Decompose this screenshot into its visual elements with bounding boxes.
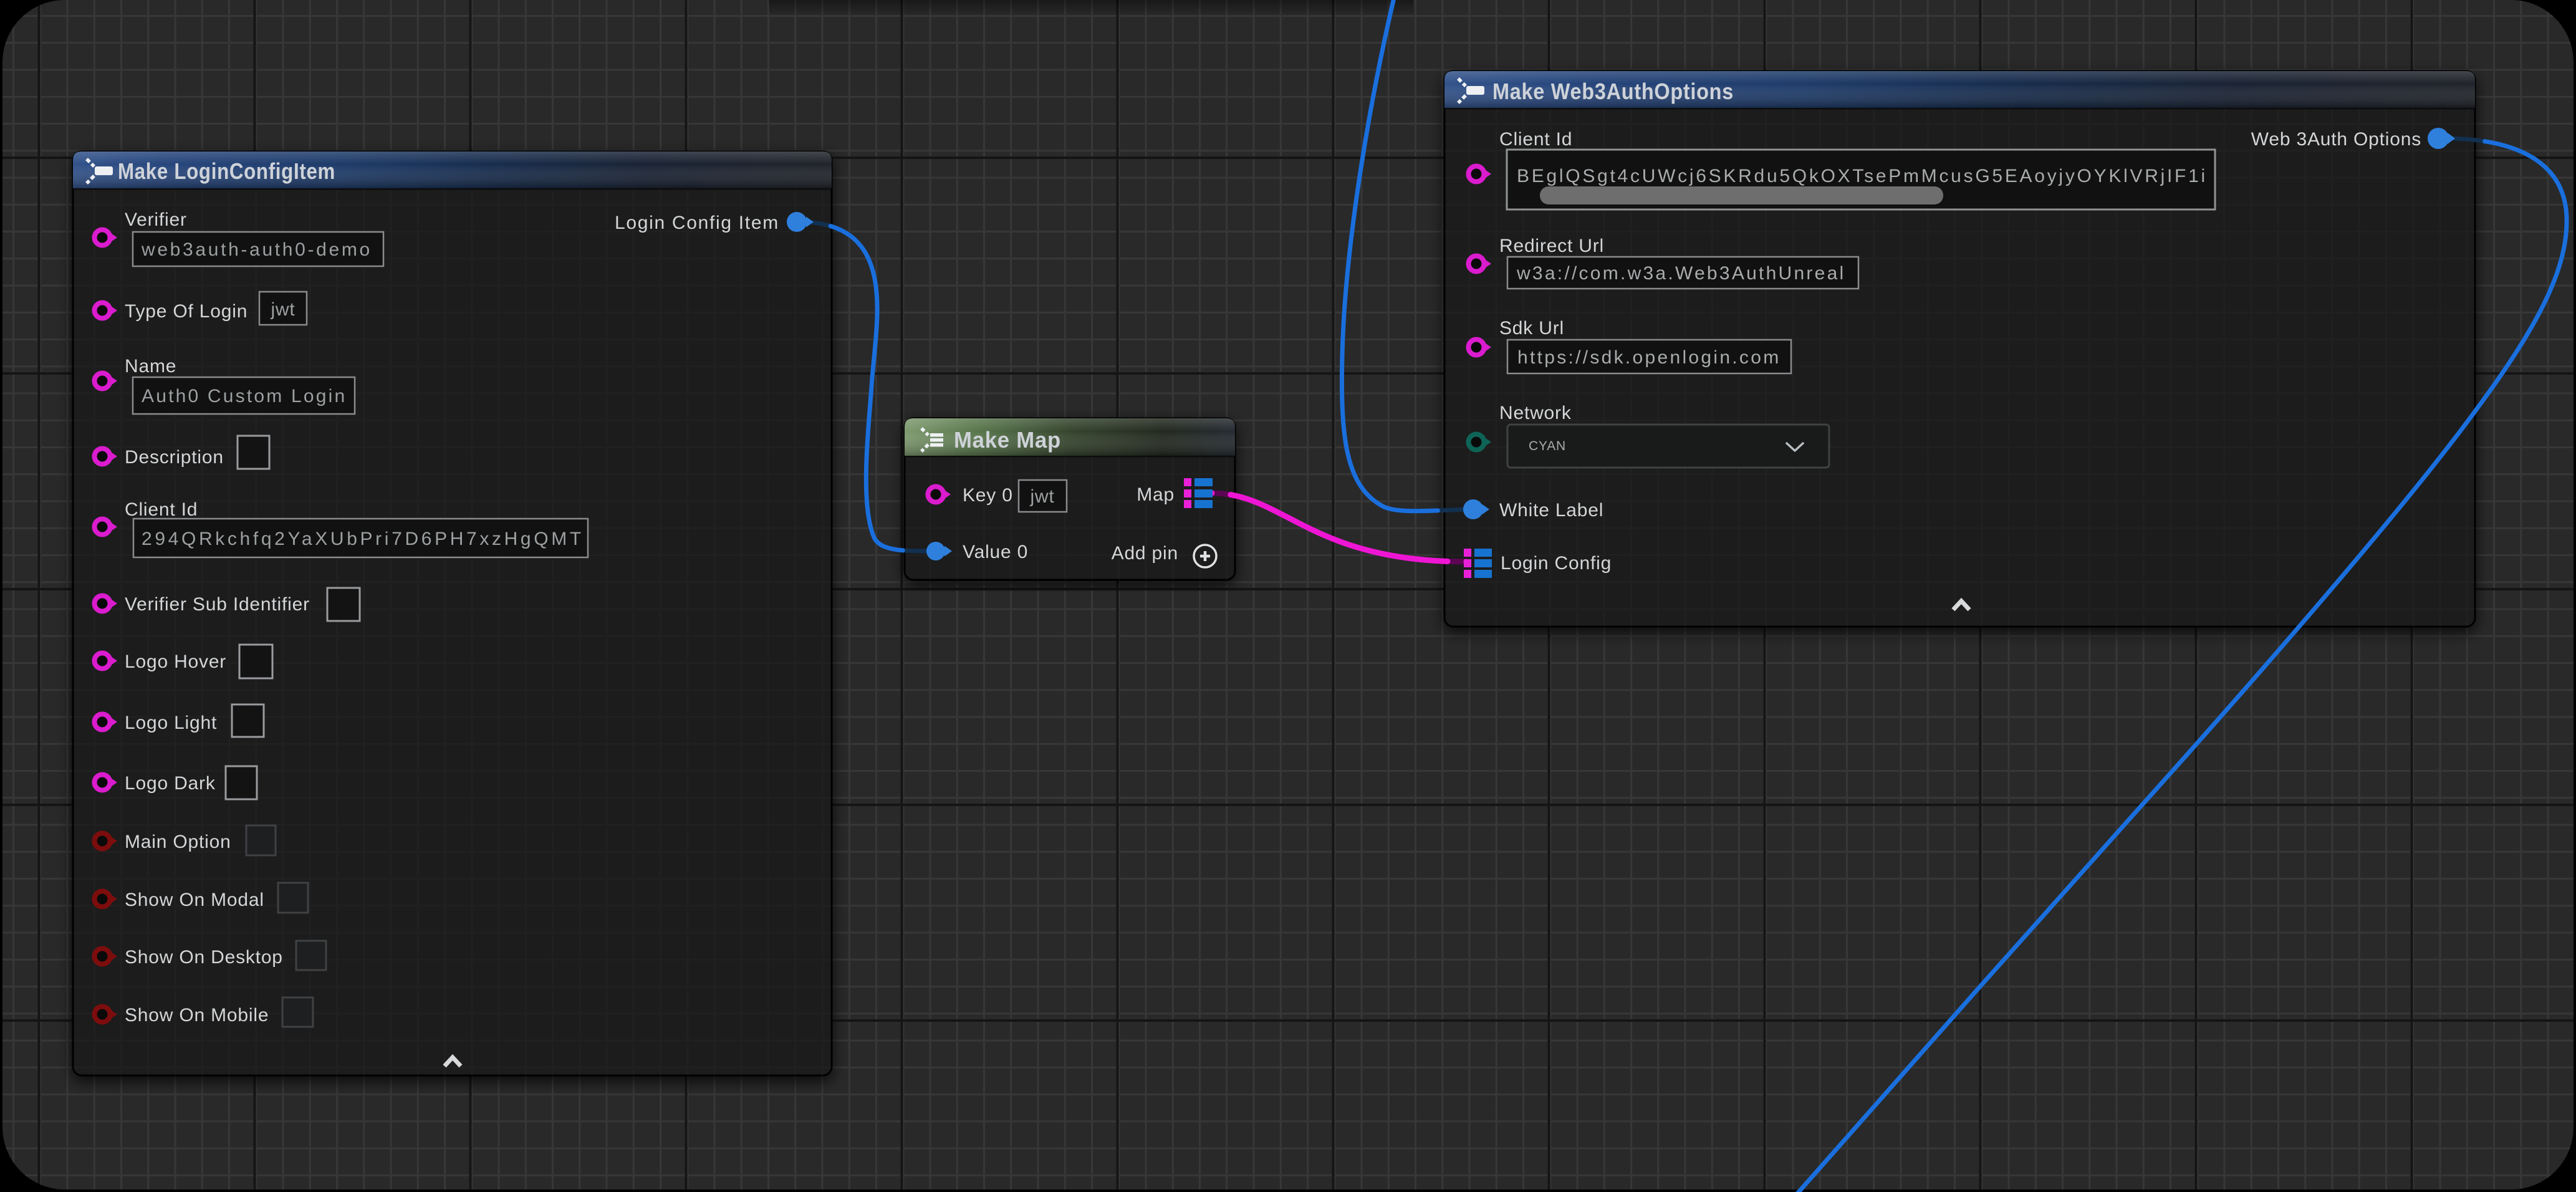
svg-text:Show On Mobile: Show On Mobile	[125, 1005, 269, 1026]
svg-text:Web 3Auth Options: Web 3Auth Options	[2251, 129, 2421, 150]
svg-text:Value 0: Value 0	[963, 542, 1028, 562]
svg-text:Login Config Item: Login Config Item	[615, 213, 779, 233]
svg-text:Logo Dark: Logo Dark	[125, 773, 216, 794]
svg-text:Name: Name	[125, 356, 176, 377]
svg-text:Description: Description	[125, 447, 224, 468]
svg-text:w3a://com.w3a.Web3AuthUnreal: w3a://com.w3a.Web3AuthUnreal	[1516, 263, 1844, 284]
svg-text:Type Of Login: Type Of Login	[125, 301, 248, 322]
svg-text:Redirect Url: Redirect Url	[1499, 236, 1604, 256]
svg-text:Logo Hover: Logo Hover	[125, 651, 226, 672]
svg-text:294QRkchfq2YaXUbPri7D6PH7xzHgQ: 294QRkchfq2YaXUbPri7D6PH7xzHgQMT	[142, 529, 582, 549]
svg-text:Make Map: Make Map	[954, 427, 1061, 453]
svg-text:Verifier Sub Identifier: Verifier Sub Identifier	[125, 594, 310, 615]
svg-text:Verifier: Verifier	[125, 209, 187, 230]
svg-text:Map: Map	[1137, 484, 1175, 505]
svg-text:Add pin: Add pin	[1112, 543, 1178, 564]
svg-text:https://sdk.openlogin.com: https://sdk.openlogin.com	[1517, 347, 1779, 368]
svg-text:White Label: White Label	[1499, 500, 1603, 521]
svg-text:Network: Network	[1499, 403, 1572, 423]
svg-text:Key 0: Key 0	[963, 485, 1013, 506]
svg-text:Client Id: Client Id	[125, 499, 198, 520]
svg-text:Make LoginConfigItem: Make LoginConfigItem	[118, 158, 335, 184]
svg-text:Main Option: Main Option	[125, 832, 231, 852]
svg-text:Logo Light: Logo Light	[125, 713, 217, 733]
svg-text:jwt: jwt	[1029, 486, 1054, 507]
svg-text:Client Id: Client Id	[1499, 129, 1572, 150]
svg-text:jwt: jwt	[270, 299, 295, 320]
svg-text:Show On Modal: Show On Modal	[125, 890, 264, 910]
svg-text:web3auth-auth0-demo: web3auth-auth0-demo	[141, 239, 370, 260]
svg-text:Show On Desktop: Show On Desktop	[125, 947, 283, 968]
svg-text:Sdk Url: Sdk Url	[1499, 318, 1564, 339]
svg-text:Login Config: Login Config	[1501, 553, 1612, 574]
svg-text:BEglQSgt4cUWcj6SKRdu5QkOXTsePm: BEglQSgt4cUWcj6SKRdu5QkOXTsePmMcusG5EAoy…	[1517, 166, 2206, 186]
svg-text:Make Web3AuthOptions: Make Web3AuthOptions	[1492, 79, 1734, 104]
svg-text:CYAN: CYAN	[1529, 439, 1566, 453]
